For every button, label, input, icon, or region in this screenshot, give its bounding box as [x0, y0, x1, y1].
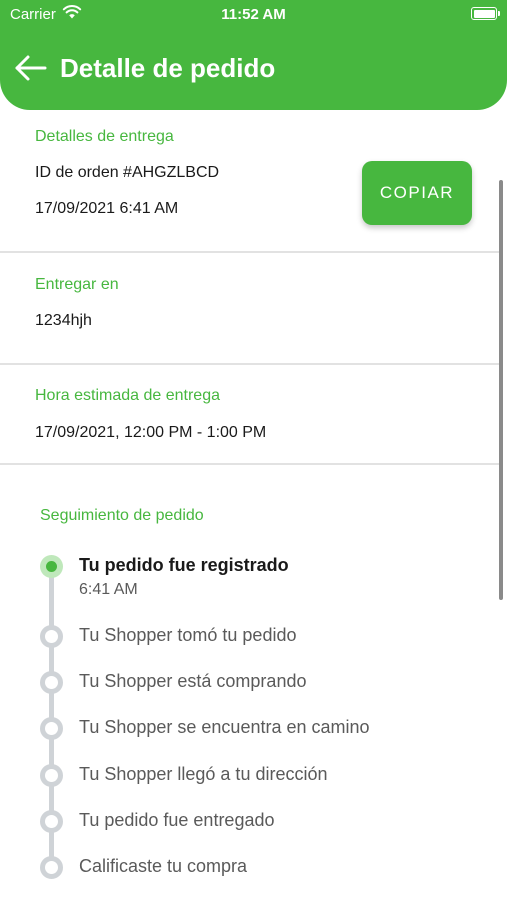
page-title: Detalle de pedido [60, 53, 276, 83]
step-pending-dot-icon [40, 625, 63, 648]
step-pending-dot-icon [40, 810, 63, 833]
section-divider [0, 463, 500, 465]
step-label: Tu Shopper tomó tu pedido [79, 625, 297, 645]
section-divider [0, 363, 500, 365]
status-time: 11:52 AM [221, 6, 286, 23]
deliver-to-label: Entregar en [35, 276, 119, 293]
estimated-time-label: Hora estimada de entrega [35, 387, 220, 404]
tracking-label: Seguimiento de pedido [40, 507, 204, 524]
step-active-dot-icon [40, 555, 63, 578]
estimated-time-value: 17/09/2021, 12:00 PM - 1:00 PM [35, 424, 267, 441]
status-bar: Carrier 11:52 AM [0, 0, 507, 30]
deliver-to-value: 1234hjh [35, 312, 92, 329]
step-label: Tu pedido fue entregado [79, 810, 275, 830]
step-label: Tu Shopper se encuentra en camino [79, 717, 370, 737]
step-label: Tu Shopper llegó a tu dirección [79, 764, 328, 784]
step-label: Tu pedido fue registrado [79, 555, 289, 575]
battery-icon [471, 7, 500, 20]
section-divider [0, 251, 500, 253]
step-label: Calificaste tu compra [79, 856, 248, 876]
step-time: 6:41 AM [79, 581, 138, 598]
step-pending-dot-icon [40, 717, 63, 740]
order-datetime: 17/09/2021 6:41 AM [35, 200, 179, 217]
delivery-details-label: Detalles de entrega [35, 128, 174, 145]
step-pending-dot-icon [40, 764, 63, 787]
step-pending-dot-icon [40, 671, 63, 694]
back-arrow-icon[interactable] [14, 52, 48, 84]
copy-button[interactable]: COPIAR [362, 161, 472, 225]
step-label: Tu Shopper está comprando [79, 671, 307, 691]
order-id: ID de orden #AHGZLBCD [35, 164, 220, 181]
scrollbar[interactable] [499, 180, 503, 600]
app-header: Carrier 11:52 AM Detalle de pedido [0, 0, 507, 110]
step-pending-dot-icon [40, 856, 63, 879]
